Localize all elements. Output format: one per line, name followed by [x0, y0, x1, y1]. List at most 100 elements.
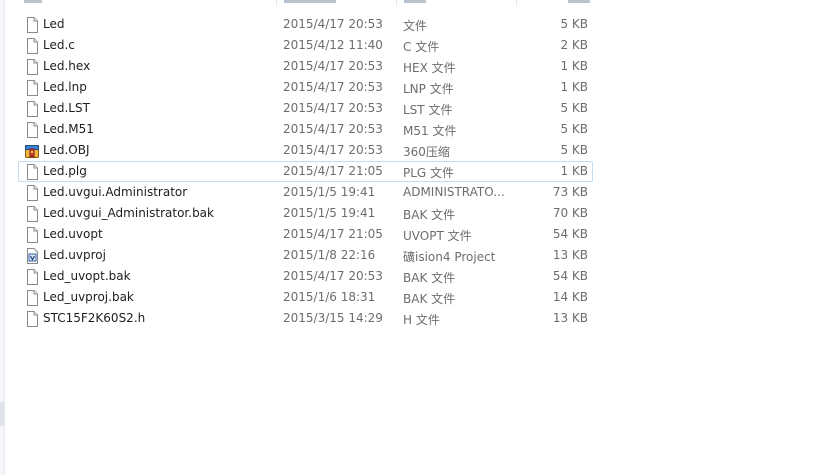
file-size: 54 KB	[552, 269, 588, 283]
file-name: Led.plg	[43, 164, 87, 178]
file-size: 2 KB	[560, 38, 588, 52]
file-row[interactable]: Led.uvproj 2015/1/8 22:16 礦ision4 Project 1…	[18, 245, 593, 266]
file-name: Led.hex	[43, 59, 91, 73]
file-row[interactable]: Led.plg 2015/4/17 21:05 PLG 文件 1 KB	[18, 161, 593, 182]
file-type: BAK 文件	[403, 292, 456, 306]
file-size: 5 KB	[560, 17, 588, 31]
file-type: 礦ision4 Project	[403, 250, 496, 264]
file-name: Led_uvopt.bak	[43, 269, 131, 283]
column-header-strip	[0, 0, 600, 6]
file-modified-date: 2015/1/5 19:41	[283, 206, 376, 220]
file-size: 1 KB	[560, 164, 588, 178]
file-type: PLG 文件	[403, 166, 455, 180]
file-name: Led.M51	[43, 122, 94, 136]
column-divider[interactable]	[276, 0, 277, 6]
file-type: BAK 文件	[403, 208, 456, 222]
file-type: BAK 文件	[403, 271, 456, 285]
file-type: C 文件	[403, 40, 440, 54]
file-row[interactable]: Led.OBJ 2015/4/17 20:53 360压缩 5 KB	[18, 140, 593, 161]
file-size: 73 KB	[552, 185, 588, 199]
file-modified-date: 2015/3/15 14:29	[283, 311, 383, 325]
file-name: Led.lnp	[43, 80, 87, 94]
file-size: 5 KB	[560, 101, 588, 115]
file-name: Led.OBJ	[43, 143, 90, 157]
file-size: 1 KB	[560, 80, 588, 94]
generic-file-icon	[24, 59, 40, 75]
file-type: LNP 文件	[403, 82, 454, 96]
file-row[interactable]: Led_uvproj.bak 2015/1/6 18:31 BAK 文件 14 KB	[18, 287, 593, 308]
generic-file-icon	[24, 17, 40, 33]
file-list: Led 2015/4/17 20:53 文件 5 KB Led.c 2015/4/12 1…	[0, 0, 833, 475]
file-size: 13 KB	[552, 248, 588, 262]
file-type: ADMINISTRATO...	[403, 185, 505, 199]
file-row[interactable]: Led.lnp 2015/4/17 20:53 LNP 文件 1 KB	[18, 77, 593, 98]
generic-file-icon	[24, 80, 40, 96]
archive-icon	[24, 143, 40, 159]
file-modified-date: 2015/4/17 20:53	[283, 59, 383, 73]
file-size: 1 KB	[560, 59, 588, 73]
generic-file-icon	[24, 185, 40, 201]
type-column-header-stub[interactable]	[404, 0, 426, 3]
file-name: Led_uvproj.bak	[43, 290, 134, 304]
generic-file-icon	[24, 38, 40, 54]
file-modified-date: 2015/1/6 18:31	[283, 290, 376, 304]
file-row[interactable]: Led 2015/4/17 20:53 文件 5 KB	[18, 14, 593, 35]
file-row[interactable]: Led.uvgui_Administrator.bak 2015/1/5 19:4…	[18, 203, 593, 224]
date-column-header-stub[interactable]	[284, 0, 336, 3]
generic-file-icon	[24, 269, 40, 285]
file-name: STC15F2K60S2.h	[43, 311, 146, 325]
file-modified-date: 2015/4/17 20:53	[283, 122, 383, 136]
file-modified-date: 2015/4/17 21:05	[283, 164, 383, 178]
file-size: 13 KB	[552, 311, 588, 325]
size-column-header-stub[interactable]	[568, 0, 590, 3]
file-name: Led.uvopt	[43, 227, 103, 241]
name-column-header-stub[interactable]	[24, 0, 42, 3]
file-modified-date: 2015/4/17 20:53	[283, 269, 383, 283]
file-row[interactable]: Led.hex 2015/4/17 20:53 HEX 文件 1 KB	[18, 56, 593, 77]
generic-file-icon	[24, 311, 40, 327]
generic-file-icon	[24, 101, 40, 117]
file-modified-date: 2015/1/5 19:41	[283, 185, 376, 199]
file-modified-date: 2015/4/17 20:53	[283, 101, 383, 115]
uvision-project-icon	[24, 248, 40, 264]
file-row[interactable]: STC15F2K60S2.h 2015/3/15 14:29 H 文件 13 KB	[18, 308, 593, 329]
file-type: 360压缩	[403, 145, 450, 159]
file-size: 70 KB	[552, 206, 588, 220]
file-type: LST 文件	[403, 103, 453, 117]
file-type: H 文件	[403, 313, 440, 327]
file-name: Led.LST	[43, 101, 90, 115]
pane-resize-handle[interactable]	[0, 402, 4, 426]
file-row[interactable]: Led.uvgui.Administrator 2015/1/5 19:41 ADM…	[18, 182, 593, 203]
file-type: M51 文件	[403, 124, 457, 138]
generic-file-icon	[24, 122, 40, 138]
file-name: Led.uvproj	[43, 248, 106, 262]
file-name: Led.uvgui.Administrator	[43, 185, 188, 199]
column-divider[interactable]	[396, 0, 397, 6]
generic-file-icon	[24, 206, 40, 222]
file-modified-date: 2015/4/17 21:05	[283, 227, 383, 241]
file-name: Led.uvgui_Administrator.bak	[43, 206, 214, 220]
file-modified-date: 2015/4/12 11:40	[283, 38, 383, 52]
generic-file-icon	[24, 164, 40, 180]
file-size: 5 KB	[560, 143, 588, 157]
file-type: 文件	[403, 19, 428, 33]
file-type: UVOPT 文件	[403, 229, 472, 243]
generic-file-icon	[24, 290, 40, 306]
file-row[interactable]: Led.c 2015/4/12 11:40 C 文件 2 KB	[18, 35, 593, 56]
file-name: Led	[43, 17, 65, 31]
file-modified-date: 2015/4/17 20:53	[283, 80, 383, 94]
file-row[interactable]: Led_uvopt.bak 2015/4/17 20:53 BAK 文件 54 KB	[18, 266, 593, 287]
column-divider[interactable]	[516, 0, 517, 6]
file-row[interactable]: Led.LST 2015/4/17 20:53 LST 文件 5 KB	[18, 98, 593, 119]
navigation-pane-edge[interactable]	[0, 0, 5, 475]
file-modified-date: 2015/4/17 20:53	[283, 17, 383, 31]
file-row[interactable]: Led.uvopt 2015/4/17 21:05 UVOPT 文件 54 KB	[18, 224, 593, 245]
file-name: Led.c	[43, 38, 75, 52]
file-size: 5 KB	[560, 122, 588, 136]
file-type: HEX 文件	[403, 61, 456, 75]
generic-file-icon	[24, 227, 40, 243]
file-modified-date: 2015/1/8 22:16	[283, 248, 376, 262]
file-size: 14 KB	[552, 290, 588, 304]
file-size: 54 KB	[552, 227, 588, 241]
file-row[interactable]: Led.M51 2015/4/17 20:53 M51 文件 5 KB	[18, 119, 593, 140]
